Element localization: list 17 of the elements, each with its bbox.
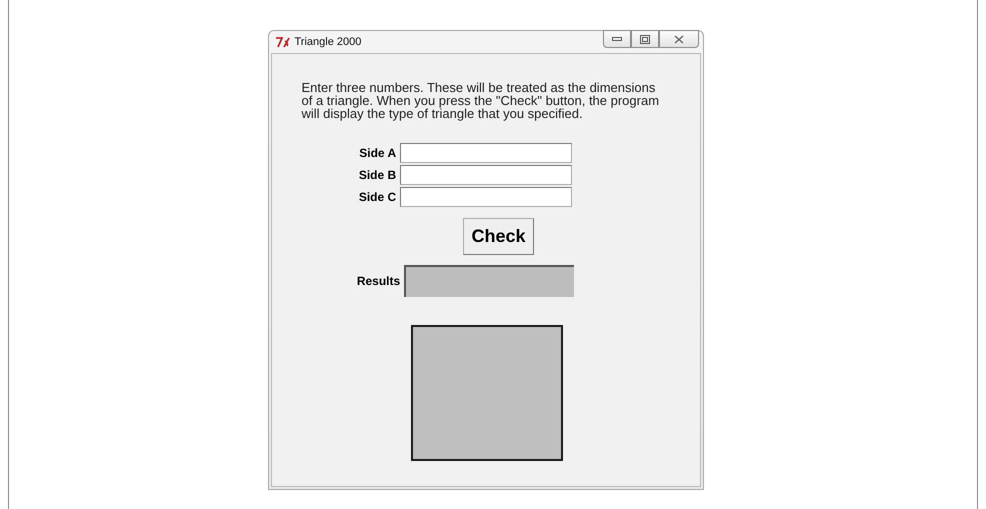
side-label: Side B (358, 168, 396, 182)
maximize-icon (640, 34, 650, 44)
side-input-field[interactable] (400, 187, 572, 207)
minimize-icon (612, 36, 622, 42)
close-button[interactable] (658, 30, 698, 48)
side-input-field[interactable] (400, 165, 572, 185)
tk-feather-icon (274, 36, 290, 48)
side-input-field[interactable] (400, 143, 572, 163)
window-title: Triangle 2000 (294, 36, 362, 48)
side-label: Side A (358, 146, 396, 160)
minimize-button[interactable] (602, 30, 630, 48)
maximize-button[interactable] (630, 30, 658, 48)
results-label: Results (356, 274, 400, 288)
close-icon (674, 34, 684, 44)
check-button[interactable]: Check (463, 218, 534, 255)
side-label: Side C (358, 190, 396, 204)
instructions-text: Enter three numbers. These will be treated as the dimensions of a triangle. When you press the "Check" button, the program will display the type of triangle that you specified. (302, 81, 660, 120)
